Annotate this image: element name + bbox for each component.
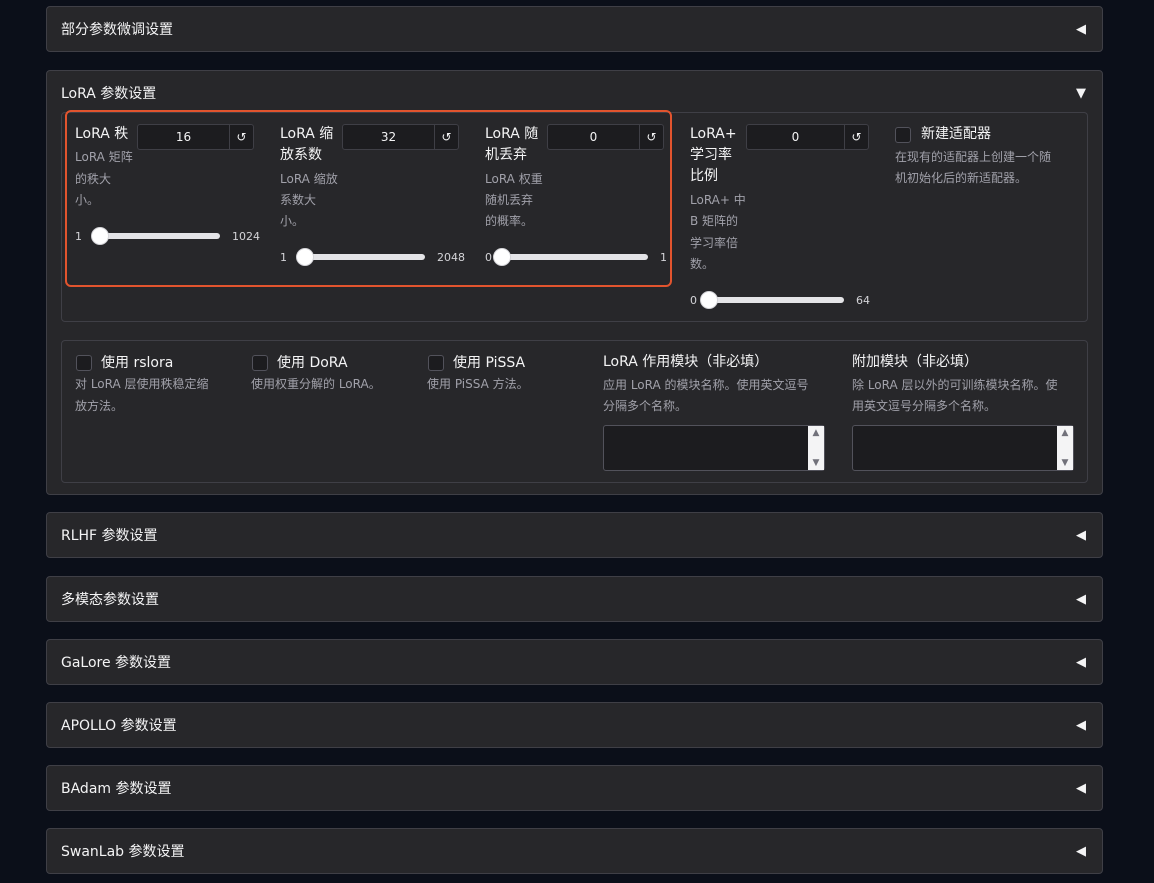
slider-thumb[interactable] <box>700 291 718 309</box>
loraplus-info-3: 学习率倍 <box>690 236 739 250</box>
loraplus-info-1: LoRA+ 中 <box>690 193 746 207</box>
scroll-up-icon[interactable]: ▲ <box>813 428 820 438</box>
loraplus-value[interactable]: 0 <box>747 125 844 149</box>
collapse-arrow-icon: ◀ <box>1076 654 1086 670</box>
rslora-checkbox[interactable] <box>76 355 92 371</box>
loraplus-label-3: 比例 <box>690 168 718 184</box>
collapse-arrow-icon: ◀ <box>1076 527 1086 543</box>
accordion-title: GaLore 参数设置 <box>61 655 172 671</box>
rslora-info-1: 对 LoRA 层使用秩稳定缩 <box>75 377 209 391</box>
collapse-arrow-icon: ◀ <box>1076 717 1086 733</box>
scroll-down-icon[interactable]: ▼ <box>813 458 820 468</box>
new-adapter-info-2: 机初始化后的新适配器。 <box>895 171 1028 185</box>
rslora-label: 使用 rslora <box>101 355 174 371</box>
new-adapter-info-1: 在现有的适配器上创建一个随 <box>895 150 1052 164</box>
lora-target-label: LoRA 作用模块（非必填） <box>603 354 769 370</box>
additional-target-textarea[interactable]: ▲ ▼ <box>852 425 1074 471</box>
collapse-arrow-icon: ◀ <box>1076 591 1086 607</box>
dora-checkbox[interactable] <box>252 355 268 371</box>
lora-target-info-1: 应用 LoRA 的模块名称。使用英文逗号 <box>603 378 809 392</box>
loraplus-info-4: 数。 <box>690 257 715 271</box>
accordion-header-partial[interactable]: 部分参数微调设置 ◀ <box>47 7 1102 51</box>
accordion-partial: 部分参数微调设置 ◀ <box>46 6 1103 52</box>
accordion-title: APOLLO 参数设置 <box>61 718 177 734</box>
textarea-scrollbar[interactable]: ▲ ▼ <box>808 426 824 470</box>
accordion-header-apollo[interactable]: APOLLO 参数设置 ◀ <box>47 703 1102 747</box>
accordion-header-swanlab[interactable]: SwanLab 参数设置 ◀ <box>47 829 1102 873</box>
slider-min: 0 <box>690 293 697 307</box>
rslora-info-2: 放方法。 <box>75 399 124 413</box>
additional-target-info-2: 用英文逗号分隔多个名称。 <box>852 399 997 413</box>
highlight-box <box>65 110 672 287</box>
slider-max: 64 <box>856 293 870 307</box>
additional-target-info-1: 除 LoRA 层以外的可训练模块名称。使 <box>852 378 1058 392</box>
scroll-down-icon[interactable]: ▼ <box>1062 458 1069 468</box>
accordion-galore: GaLore 参数设置 ◀ <box>46 639 1103 685</box>
lora-target-textarea[interactable]: ▲ ▼ <box>603 425 825 471</box>
accordion-header-galore[interactable]: GaLore 参数设置 ◀ <box>47 640 1102 684</box>
new-adapter-label: 新建适配器 <box>921 126 991 142</box>
accordion-title: SwanLab 参数设置 <box>61 844 185 860</box>
collapse-arrow-icon: ◀ <box>1076 21 1086 37</box>
loraplus-slider-row: 0 64 <box>690 290 870 310</box>
accordion-title: LoRA 参数设置 <box>61 86 157 102</box>
collapse-arrow-icon: ◀ <box>1076 843 1086 859</box>
accordion-apollo: APOLLO 参数设置 ◀ <box>46 702 1103 748</box>
accordion-header-rlhf[interactable]: RLHF 参数设置 ◀ <box>47 513 1102 557</box>
loraplus-info-2: B 矩阵的 <box>690 214 739 228</box>
accordion-header-badam[interactable]: BAdam 参数设置 ◀ <box>47 766 1102 810</box>
reset-icon[interactable]: ↺ <box>844 125 868 149</box>
dora-label: 使用 DoRA <box>277 355 348 371</box>
lora-target-info-2: 分隔多个名称。 <box>603 399 688 413</box>
loraplus-input[interactable]: 0 ↺ <box>746 124 869 150</box>
expand-arrow-icon: ▼ <box>1076 85 1086 101</box>
loraplus-slider[interactable] <box>700 291 844 309</box>
additional-target-label: 附加模块（非必填） <box>852 354 978 370</box>
accordion-title: RLHF 参数设置 <box>61 528 158 544</box>
accordion-header-lora[interactable]: LoRA 参数设置 ▼ <box>47 71 1102 115</box>
accordion-header-multimodal[interactable]: 多模态参数设置 ◀ <box>47 577 1102 621</box>
collapse-arrow-icon: ◀ <box>1076 780 1086 796</box>
accordion-rlhf: RLHF 参数设置 ◀ <box>46 512 1103 558</box>
accordion-multimodal: 多模态参数设置 ◀ <box>46 576 1103 622</box>
pissa-label: 使用 PiSSA <box>453 355 526 371</box>
loraplus-label-2: 学习率 <box>690 147 732 163</box>
pissa-checkbox[interactable] <box>428 355 444 371</box>
pissa-info-1: 使用 PiSSA 方法。 <box>427 377 529 391</box>
accordion-badam: BAdam 参数设置 ◀ <box>46 765 1103 811</box>
accordion-swanlab: SwanLab 参数设置 ◀ <box>46 828 1103 874</box>
loraplus-label-1: LoRA+ <box>690 126 737 142</box>
accordion-title: 部分参数微调设置 <box>61 22 173 38</box>
dora-info-1: 使用权重分解的 LoRA。 <box>251 377 381 391</box>
new-adapter-checkbox[interactable] <box>895 127 911 143</box>
accordion-title: 多模态参数设置 <box>61 592 159 608</box>
accordion-title: BAdam 参数设置 <box>61 781 172 797</box>
textarea-scrollbar[interactable]: ▲ ▼ <box>1057 426 1073 470</box>
scroll-up-icon[interactable]: ▲ <box>1062 428 1069 438</box>
